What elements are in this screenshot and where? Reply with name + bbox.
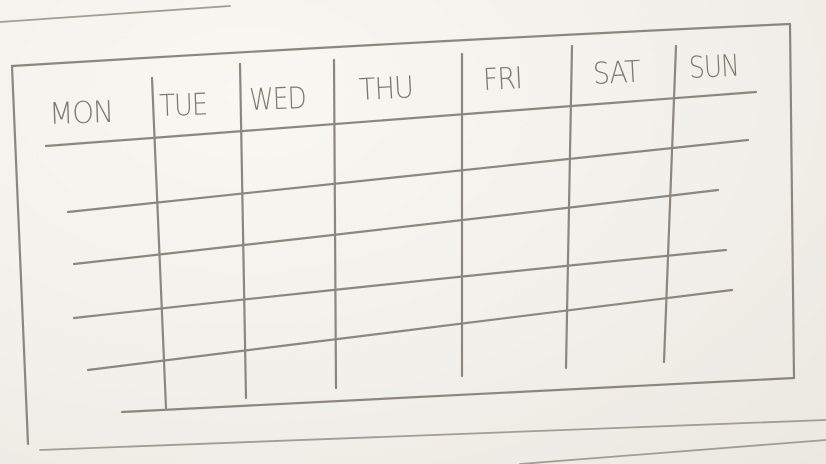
weekly-calendar-sketch: MON TUE WED THU FRI SAT SUN <box>0 0 826 464</box>
calendar-frame-right <box>788 22 796 380</box>
column-divider-2 <box>238 62 248 400</box>
paper-bottom-edge <box>39 419 826 451</box>
day-header-tue: TUE <box>158 87 208 124</box>
day-header-mon: MON <box>48 94 114 132</box>
day-header-thu: THU <box>358 70 414 108</box>
day-header-sun: SUN <box>688 48 740 86</box>
calendar-frame-left <box>10 64 30 446</box>
calendar-frame-bottom <box>120 376 796 414</box>
row-line-1 <box>66 138 750 214</box>
row-line-4 <box>86 288 734 372</box>
column-divider-1 <box>150 76 168 410</box>
day-header-wed: WED <box>248 81 307 118</box>
day-header-fri: FRI <box>482 61 523 98</box>
paper-bottom-edge-2 <box>519 439 826 464</box>
day-header-sat: SAT <box>592 54 641 92</box>
column-divider-6 <box>662 44 678 364</box>
paper-top-edge <box>0 5 231 23</box>
calendar-frame-top <box>10 22 792 68</box>
row-line-3 <box>72 248 728 320</box>
